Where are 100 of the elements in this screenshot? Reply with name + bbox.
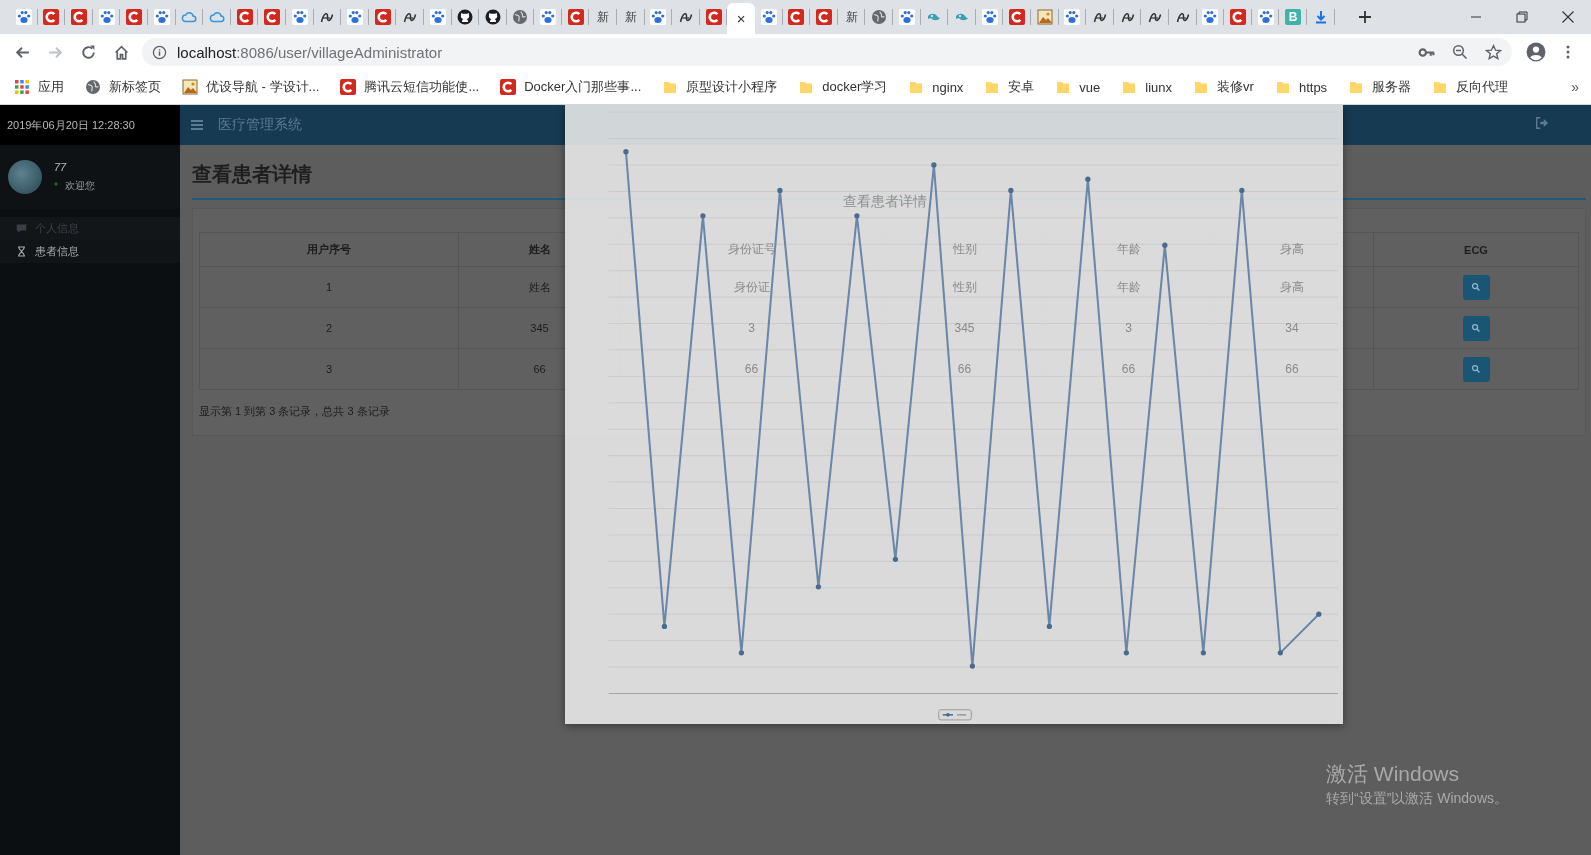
folder-icon xyxy=(984,79,1001,95)
bookmark-item[interactable]: 优设导航 - 学设计... xyxy=(182,78,320,96)
bookmark-item[interactable]: 反向代理 xyxy=(1432,78,1509,96)
table-cell: 3 xyxy=(199,348,459,390)
ring-logo-icon xyxy=(236,9,253,25)
data-point xyxy=(1162,242,1168,248)
table-cell: 2 xyxy=(199,307,459,349)
bookmark-item[interactable]: liunx xyxy=(1121,79,1173,95)
data-point xyxy=(738,650,745,656)
zoom-out-icon[interactable] xyxy=(1452,44,1468,60)
hamburger-menu-icon[interactable] xyxy=(190,118,204,132)
column-header: 用户序号 xyxy=(199,232,459,267)
ring-logo-icon xyxy=(500,79,517,95)
search-icon xyxy=(1471,282,1481,292)
paw-icon xyxy=(153,9,170,25)
bookmark-item[interactable]: nginx xyxy=(908,79,964,95)
folder-icon xyxy=(798,79,815,95)
paw-icon xyxy=(898,9,915,25)
ring-logo-icon xyxy=(126,9,143,25)
data-point xyxy=(892,556,899,562)
paw-icon xyxy=(1257,9,1274,25)
bookmark-item[interactable]: 服务器 xyxy=(1348,78,1412,96)
bookmark-item[interactable]: 新标签页 xyxy=(85,78,161,96)
ring-logo-icon xyxy=(816,9,832,25)
ring-logo-icon xyxy=(1009,9,1026,25)
browser-tab[interactable]: × xyxy=(727,3,756,34)
paw-icon xyxy=(1064,9,1081,25)
clock-text: 2019年06月20日 12:28:30 xyxy=(0,105,180,145)
folder-icon xyxy=(1274,79,1291,95)
globe-icon xyxy=(85,79,101,95)
user-name: 77 xyxy=(54,161,68,173)
folder-icon xyxy=(1121,79,1138,95)
column-header: ECG xyxy=(1373,232,1579,267)
folder-icon xyxy=(662,79,679,95)
ring-logo-icon xyxy=(340,79,357,95)
paw-icon xyxy=(15,9,32,25)
ring-logo-icon xyxy=(43,9,60,25)
data-point xyxy=(777,187,783,193)
data-point xyxy=(1046,623,1052,630)
new-tab-icon[interactable] xyxy=(1356,9,1373,25)
home-icon[interactable] xyxy=(112,43,130,61)
round-logo-icon xyxy=(484,9,501,25)
star-icon[interactable] xyxy=(1485,43,1502,61)
legend-icon xyxy=(938,709,972,721)
data-point xyxy=(661,623,668,630)
close-icon[interactable] xyxy=(1560,9,1576,25)
view-ecg-button[interactable] xyxy=(1462,356,1490,382)
search-icon xyxy=(1471,364,1481,374)
avatar xyxy=(8,160,42,194)
ring-logo-icon xyxy=(567,9,584,25)
address-bar[interactable]: localhost:8086/user/villageAdministrator xyxy=(142,38,1512,66)
ring-logo-icon xyxy=(1229,9,1246,25)
folder-icon xyxy=(1432,79,1449,95)
app-title: 医疗管理系统 xyxy=(218,116,302,134)
comment-icon xyxy=(16,223,27,234)
cloud-icon xyxy=(181,9,198,25)
data-point xyxy=(1316,611,1322,617)
data-point xyxy=(623,149,629,155)
data-point xyxy=(854,213,860,219)
data-point xyxy=(931,162,937,168)
bookmark-item[interactable]: 应用 xyxy=(14,78,64,96)
apps-icon xyxy=(14,79,30,95)
bookmark-item[interactable]: 装修vr xyxy=(1193,78,1254,96)
bookmark-item[interactable]: Docker入门那些事... xyxy=(500,78,642,96)
data-point xyxy=(1085,176,1091,182)
restore-icon[interactable] xyxy=(1514,9,1530,25)
bookmark-item[interactable]: 安卓 xyxy=(984,78,1035,96)
ring-logo-icon xyxy=(374,9,391,25)
paw-icon xyxy=(760,9,777,25)
bookmark-item[interactable]: vue xyxy=(1055,79,1101,95)
search-icon xyxy=(1471,323,1481,333)
data-point xyxy=(1123,650,1129,656)
paw-icon xyxy=(1202,9,1219,25)
bookmark-item[interactable]: 原型设计小程序 xyxy=(662,78,778,96)
profile-icon[interactable] xyxy=(1526,42,1546,62)
folder-icon xyxy=(908,79,925,95)
paw-icon xyxy=(98,9,115,25)
cloud-icon xyxy=(208,9,225,25)
folder-icon xyxy=(1055,79,1072,95)
ring-logo-icon xyxy=(788,9,805,25)
data-point xyxy=(1008,187,1014,193)
data-point xyxy=(969,663,975,669)
close-tab-button[interactable]: × xyxy=(736,10,746,27)
url-text: localhost:8086/user/villageAdministrator xyxy=(177,43,443,61)
view-ecg-button[interactable] xyxy=(1462,315,1490,341)
paw-icon xyxy=(981,9,998,25)
view-ecg-button[interactable] xyxy=(1462,274,1490,300)
ring-logo-icon xyxy=(705,9,722,25)
bookmark-item[interactable]: docker学习 xyxy=(798,78,888,96)
more-bookmarks-button[interactable]: » xyxy=(1571,79,1579,95)
data-point xyxy=(1239,187,1245,193)
ring-logo-icon xyxy=(264,9,281,25)
bookmark-item[interactable]: https xyxy=(1274,79,1328,95)
reload-icon[interactable] xyxy=(79,43,97,61)
round-logo-icon xyxy=(457,9,474,25)
logout-icon[interactable] xyxy=(1535,116,1549,130)
folder-icon xyxy=(1348,79,1365,95)
globe-icon xyxy=(871,9,888,25)
ring-logo-icon xyxy=(71,9,87,25)
bookmark-item[interactable]: 腾讯云短信功能使... xyxy=(340,78,480,96)
